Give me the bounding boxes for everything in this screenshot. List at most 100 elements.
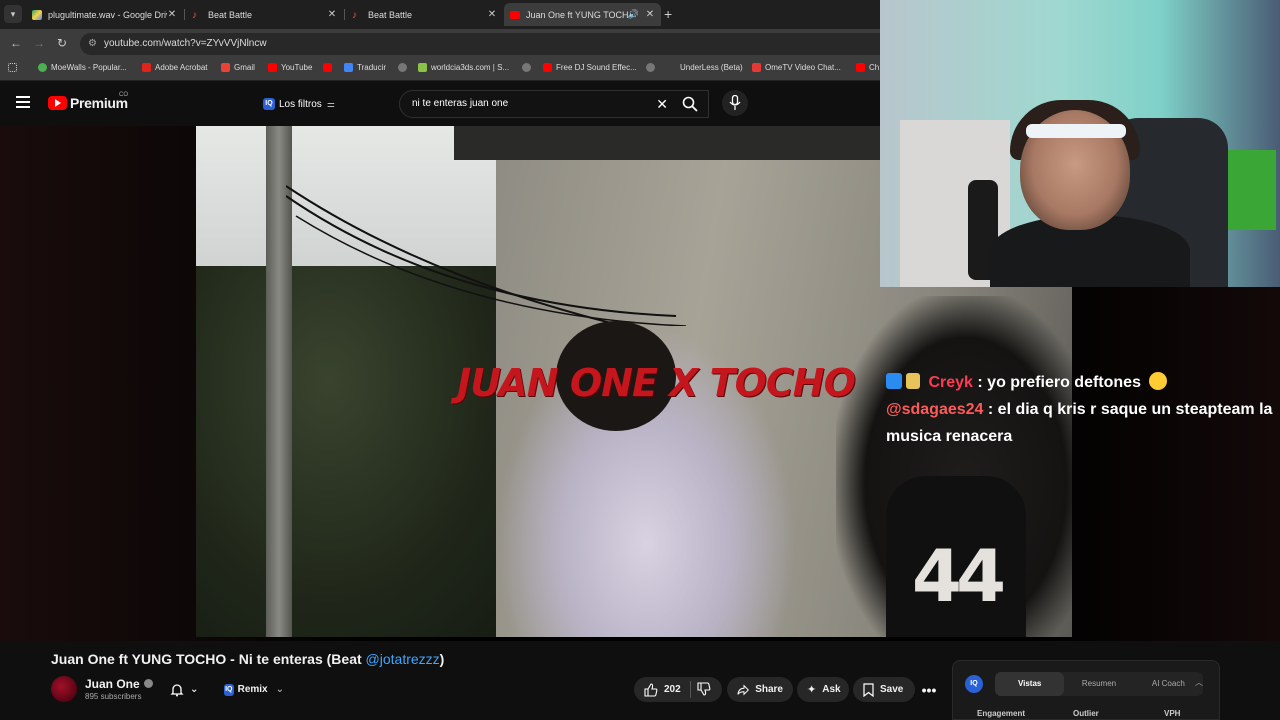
search-icon[interactable] xyxy=(682,96,698,112)
chevron-down-icon: ⌄ xyxy=(190,684,199,695)
back-arrow-icon[interactable]: ← xyxy=(10,36,22,50)
tab-youtube-active[interactable]: Juan One ft YUNG TOCHO 🔊 ✕ xyxy=(504,3,661,26)
filters-button[interactable]: IQ Los filtros ⚌ xyxy=(263,94,335,114)
chevron-down-icon: ⌄ xyxy=(275,684,284,695)
menu-icon[interactable] xyxy=(16,96,30,111)
globe-icon xyxy=(646,63,655,72)
remix-button[interactable]: IQ Remix ⌄ xyxy=(214,677,294,702)
bookmark-item[interactable]: MoeWalls - Popular... xyxy=(38,63,127,72)
share-button[interactable]: Share xyxy=(727,677,793,702)
voice-search-button[interactable] xyxy=(722,90,748,116)
save-button[interactable]: Save xyxy=(853,677,915,702)
bookmark-item[interactable] xyxy=(522,63,535,72)
column-vph: VPH xyxy=(1164,709,1181,718)
chevron-up-icon[interactable]: ︿ xyxy=(1195,677,1203,688)
more-actions-button[interactable]: ••• xyxy=(918,677,940,702)
bookmark-item[interactable]: Ch xyxy=(856,63,879,72)
vidiq-panel: IQ Vistas Resumen AI Coach ︿ Engagement … xyxy=(952,660,1220,720)
youtube-icon xyxy=(856,63,865,72)
bookmark-item[interactable] xyxy=(398,63,411,72)
video-title-text: Juan One ft YUNG TOCHO - Ni te enteras (… xyxy=(51,651,366,667)
underless-icon xyxy=(667,63,676,72)
tab-title: Juan One ft YUNG TOCHO xyxy=(526,9,628,20)
column-outlier: Outlier xyxy=(1073,709,1099,718)
tab-search-button[interactable]: ▾ xyxy=(4,5,22,23)
new-tab-button[interactable]: + xyxy=(664,6,672,22)
dislike-button[interactable] xyxy=(697,682,711,701)
tab-ai-coach[interactable]: AI Coach xyxy=(1134,672,1203,696)
share-label: Share xyxy=(755,684,783,695)
bookmark-item[interactable]: Gmail xyxy=(221,63,255,72)
like-divider xyxy=(690,681,691,698)
bookmark-item[interactable]: Adobe Acrobat xyxy=(142,63,207,72)
chat-badge-icon xyxy=(886,373,902,389)
sparkle-icon: ✦ xyxy=(807,684,817,696)
filters-label: Los filtros xyxy=(279,98,322,110)
chat-message: @sdagaes24 : el dia q kris r saque un st… xyxy=(880,396,1280,450)
mention-link[interactable]: @jotatrezzz xyxy=(366,651,440,667)
ask-button[interactable]: ✦ Ask xyxy=(797,677,849,702)
notifications-button[interactable]: ⌄ xyxy=(160,677,210,702)
tab-divider xyxy=(184,9,185,20)
youtube-premium-logo[interactable]: Premium CO xyxy=(48,92,128,111)
vidiq-icon: IQ xyxy=(224,683,234,696)
subscriber-count: 895 subscribers xyxy=(85,692,142,701)
music-note-icon: ♪ xyxy=(192,9,197,21)
verified-icon xyxy=(143,679,153,688)
chat-badge-icon xyxy=(906,373,920,389)
chat-username: @sdagaes24 xyxy=(886,401,984,418)
search-input[interactable]: ni te enteras juan one ✕ xyxy=(399,90,709,118)
tab-beat-battle-2[interactable]: ♪ Beat Battle ✕ xyxy=(346,3,503,26)
channel-avatar[interactable] xyxy=(51,676,77,702)
bookmark-item[interactable]: worldcia3ds.com | S... xyxy=(418,63,509,72)
share-icon xyxy=(737,683,750,696)
globe-icon xyxy=(522,63,531,72)
bookmark-item[interactable]: YouTube xyxy=(268,63,312,72)
bookmark-item[interactable]: UnderLess (Beta) xyxy=(667,63,743,72)
bookmark-item[interactable] xyxy=(323,63,336,72)
video-overlay-title: JUAN ONE X TOCHO xyxy=(457,361,856,405)
tab-google-drive[interactable]: plugultimate.wav - Google Driv ✕ xyxy=(26,3,183,26)
vidiq-icon: IQ xyxy=(263,98,275,110)
webcam-creeper-decor xyxy=(1226,150,1276,230)
bookmark-item[interactable]: Traducir xyxy=(344,63,386,72)
save-label: Save xyxy=(880,684,904,695)
forward-arrow-icon[interactable]: → xyxy=(33,36,45,50)
clear-search-icon[interactable]: ✕ xyxy=(656,91,668,117)
sliders-icon: ⚌ xyxy=(326,98,335,109)
apps-icon[interactable] xyxy=(8,63,21,72)
tab-resumen[interactable]: Resumen xyxy=(1064,672,1133,696)
speaker-icon[interactable]: 🔊 xyxy=(628,9,639,20)
bookmark-item[interactable]: Free DJ Sound Effec... xyxy=(543,63,637,72)
video-title: Juan One ft YUNG TOCHO - Ni te enteras (… xyxy=(51,651,444,667)
chat-text: : yo prefiero deftones xyxy=(977,374,1141,391)
youtube-icon xyxy=(510,10,520,19)
music-note-icon: ♪ xyxy=(352,9,357,21)
globe-icon xyxy=(398,63,407,72)
tab-title: Beat Battle xyxy=(208,9,253,20)
acrobat-icon xyxy=(142,63,151,72)
more-horizontal-icon: ••• xyxy=(921,681,937,698)
ask-label: Ask xyxy=(822,684,841,695)
url-field[interactable]: ⚙ youtube.com/watch?v=ZYvVVjNlncw xyxy=(80,33,880,55)
tab-beat-battle-1[interactable]: ♪ Beat Battle ✕ xyxy=(186,3,343,26)
close-icon[interactable]: ✕ xyxy=(327,9,337,20)
webcam-headband xyxy=(1026,124,1126,138)
ometv-icon xyxy=(752,63,761,72)
youtube-icon xyxy=(543,63,552,72)
close-icon[interactable]: ✕ xyxy=(167,9,177,20)
bookmark-item[interactable] xyxy=(646,63,659,72)
reload-icon[interactable]: ↻ xyxy=(57,36,67,50)
vidiq-logo-icon: IQ xyxy=(965,675,983,693)
chat-username: Creyk xyxy=(928,374,973,391)
site-settings-icon[interactable]: ⚙ xyxy=(88,33,97,55)
google-drive-icon xyxy=(32,9,42,20)
close-icon[interactable]: ✕ xyxy=(487,9,497,20)
bookmark-item[interactable]: OmeTV Video Chat... xyxy=(752,63,841,72)
power-lines xyxy=(286,185,686,326)
tab-vistas[interactable]: Vistas xyxy=(995,672,1065,696)
channel-name[interactable]: Juan One xyxy=(85,677,153,691)
tab-title: Beat Battle xyxy=(368,9,413,20)
like-count: 202 xyxy=(664,684,681,695)
close-icon[interactable]: ✕ xyxy=(645,9,655,20)
